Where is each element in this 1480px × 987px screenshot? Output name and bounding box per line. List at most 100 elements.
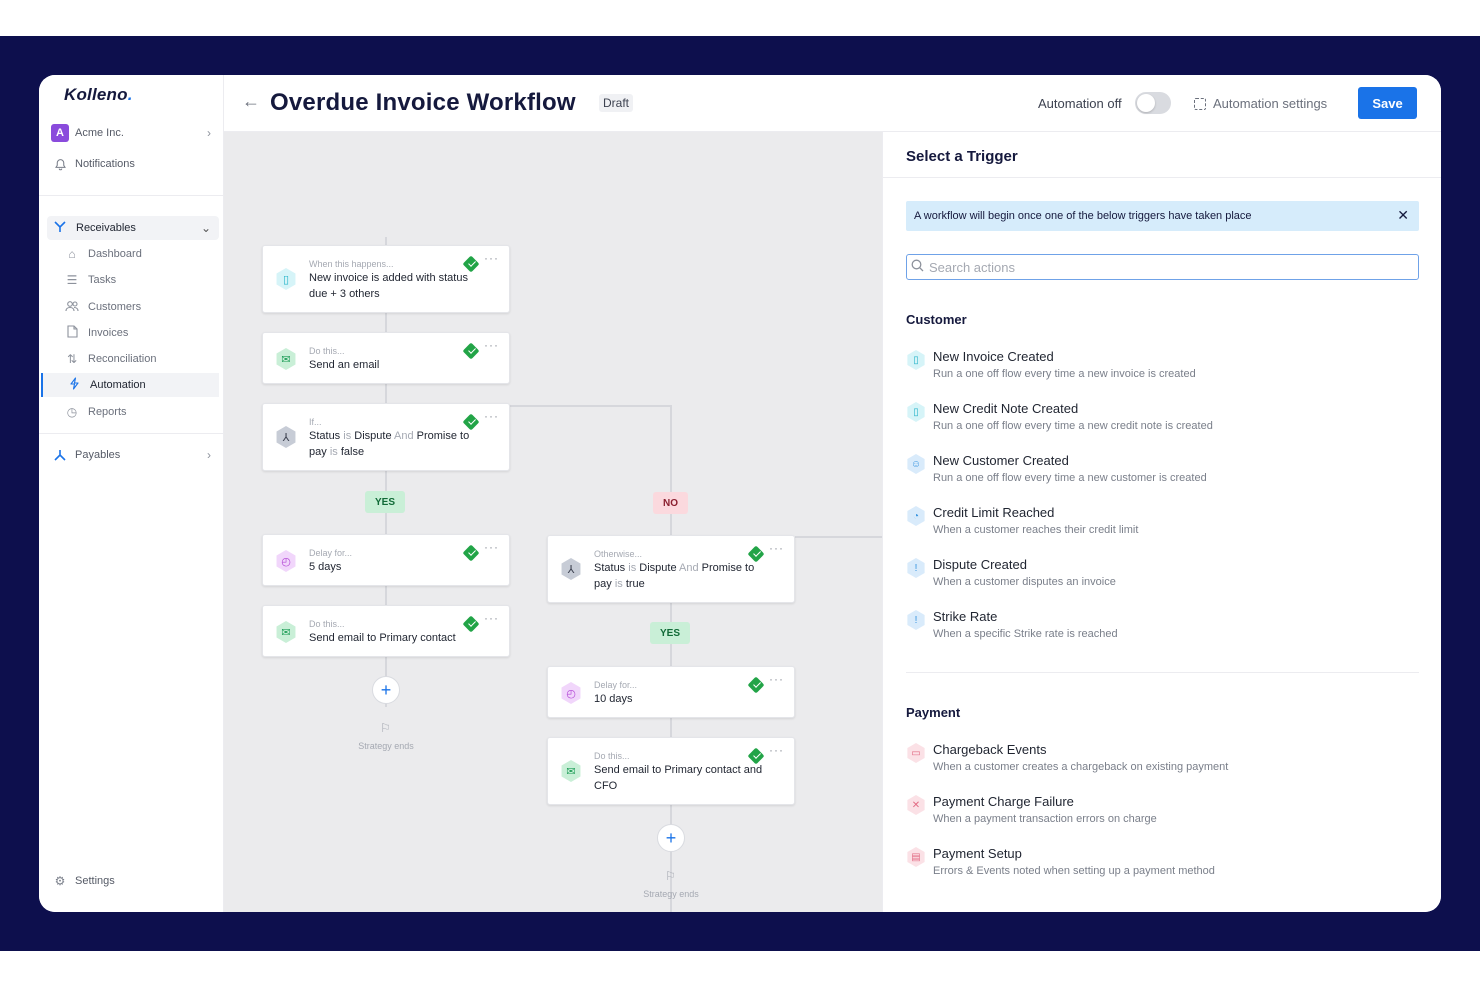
card-caption: Do this... bbox=[309, 619, 345, 629]
chevron-right-icon: › bbox=[207, 126, 211, 140]
trigger-new-credit-note-created[interactable]: ▯ New Credit Note Created Run a one off … bbox=[906, 399, 1419, 439]
workflow-delay-card[interactable]: ◴ Delay for... 5 days ··· bbox=[262, 534, 510, 586]
save-button[interactable]: Save bbox=[1358, 87, 1417, 119]
branch-yes-label: YES bbox=[365, 491, 406, 513]
automation-settings-button[interactable]: Automation settings bbox=[1194, 96, 1327, 111]
add-step-button[interactable]: + bbox=[372, 676, 400, 704]
sidebar-item-settings[interactable]: ⚙ Settings bbox=[51, 869, 219, 893]
document-icon: ▯ bbox=[276, 268, 296, 290]
card-caption: Otherwise... bbox=[594, 549, 643, 559]
workflow-trigger-card[interactable]: ▯ When this happens... New invoice is ad… bbox=[262, 245, 510, 313]
trigger-payment-charge-failure[interactable]: ✕ Payment Charge Failure When a payment … bbox=[906, 792, 1419, 832]
trigger-description: Run a one off flow every time a new cust… bbox=[933, 472, 1207, 484]
strategy-ends-label: Strategy ends bbox=[643, 889, 699, 899]
trigger-description: Run a one off flow every time a new invo… bbox=[933, 368, 1196, 380]
sidebar-item-dashboard[interactable]: ⌂ Dashboard bbox=[63, 242, 219, 266]
trigger-name: Chargeback Events bbox=[933, 742, 1047, 757]
trigger-payment-setup[interactable]: ▤ Payment Setup Errors & Events noted wh… bbox=[906, 844, 1419, 884]
trigger-new-invoice-created[interactable]: ▯ New Invoice Created Run a one off flow… bbox=[906, 347, 1419, 387]
branch-yes-label: YES bbox=[650, 622, 691, 644]
trigger-description: When a payment transaction errors on cha… bbox=[933, 813, 1157, 825]
trigger-description: When a customer reaches their credit lim… bbox=[933, 524, 1139, 536]
card-caption: When this happens... bbox=[309, 259, 394, 269]
card-text: Send email to Primary contact bbox=[309, 632, 456, 644]
document-icon: ▯ bbox=[907, 350, 925, 370]
page-title: Overdue Invoice Workflow bbox=[270, 89, 576, 116]
more-icon[interactable]: ··· bbox=[484, 251, 499, 265]
workflow-canvas[interactable]: ▯ When this happens... New invoice is ad… bbox=[224, 132, 882, 912]
alert-icon: ! bbox=[907, 558, 925, 578]
trigger-credit-limit-reached[interactable]: ◔ Credit Limit Reached When a customer r… bbox=[906, 503, 1419, 543]
more-icon[interactable]: ··· bbox=[769, 743, 784, 757]
alert-icon: ! bbox=[907, 610, 925, 630]
automation-toggle[interactable] bbox=[1135, 92, 1171, 114]
chevron-down-icon: ⌄ bbox=[200, 221, 211, 235]
workflow-action-card[interactable]: ✉ Do this... Send an email ··· bbox=[262, 332, 510, 384]
trigger-description: When a customer disputes an invoice bbox=[933, 576, 1116, 588]
more-icon[interactable]: ··· bbox=[769, 672, 784, 686]
sidebar-item-notifications[interactable]: Notifications bbox=[51, 152, 219, 176]
sidebar-group-payables[interactable]: Payables › bbox=[51, 443, 219, 467]
workflow-condition-card[interactable]: ⅄ Otherwise... Status is Dispute And Pro… bbox=[547, 535, 795, 603]
trigger-description: When a specific Strike rate is reached bbox=[933, 628, 1118, 640]
sidebar-item-label: Tasks bbox=[88, 274, 117, 286]
trigger-name: Payment Charge Failure bbox=[933, 794, 1074, 809]
trigger-strike-rate[interactable]: ! Strike Rate When a specific Strike rat… bbox=[906, 607, 1419, 647]
chevron-right-icon: › bbox=[207, 448, 211, 462]
card-text: Send an email bbox=[309, 359, 380, 371]
trigger-description: Errors & Events noted when setting up a … bbox=[933, 865, 1215, 877]
back-arrow-icon[interactable]: ← bbox=[242, 91, 260, 112]
divider bbox=[906, 672, 1419, 673]
bell-icon bbox=[51, 155, 69, 173]
swap-icon: ⇅ bbox=[66, 352, 78, 366]
sidebar-item-invoices[interactable]: Invoices bbox=[63, 321, 219, 345]
trigger-name: Credit Limit Reached bbox=[933, 505, 1055, 520]
panel-title: Select a Trigger bbox=[906, 148, 1018, 165]
automation-settings-label: Automation settings bbox=[1213, 96, 1328, 111]
sidebar-item-reconciliation[interactable]: ⇅ Reconciliation bbox=[63, 347, 219, 371]
more-icon[interactable]: ··· bbox=[769, 541, 784, 555]
org-avatar: A bbox=[51, 124, 69, 142]
add-step-button[interactable]: + bbox=[657, 824, 685, 852]
document-icon bbox=[63, 325, 81, 341]
divider bbox=[39, 195, 224, 196]
card-caption: If... bbox=[309, 417, 322, 427]
section-heading-customer: Customer bbox=[906, 312, 967, 327]
sidebar-item-label: Automation bbox=[90, 379, 146, 391]
sidebar-item-reports[interactable]: ◷ Reports bbox=[63, 400, 219, 424]
payables-icon bbox=[51, 446, 69, 464]
branch-icon: ⅄ bbox=[276, 426, 296, 448]
sidebar-item-automation[interactable]: Automation bbox=[41, 373, 219, 397]
search-input[interactable] bbox=[906, 254, 1419, 280]
logo[interactable]: Kolleno. bbox=[64, 85, 133, 105]
org-name: Acme Inc. bbox=[75, 127, 124, 139]
more-icon[interactable]: ··· bbox=[484, 611, 499, 625]
org-switcher[interactable]: A Acme Inc. › bbox=[51, 121, 219, 145]
status-badge: Draft bbox=[599, 94, 634, 112]
workflow-action-card[interactable]: ✉ Do this... Send email to Primary conta… bbox=[547, 737, 795, 805]
sidebar-item-tasks[interactable]: ☰ Tasks bbox=[63, 268, 219, 292]
workflow-action-card[interactable]: ✉ Do this... Send email to Primary conta… bbox=[262, 605, 510, 657]
timer-icon: ◴ bbox=[561, 682, 581, 704]
card-caption: Delay for... bbox=[309, 548, 353, 558]
trigger-new-customer-created[interactable]: ☺ New Customer Created Run a one off flo… bbox=[906, 451, 1419, 491]
workflow-condition-card[interactable]: ⅄ If... Status is Dispute And Promise to… bbox=[262, 403, 510, 471]
timer-icon: ◴ bbox=[276, 550, 296, 572]
sidebar-item-label: Customers bbox=[88, 301, 142, 313]
card-caption: Do this... bbox=[594, 751, 630, 761]
trigger-dispute-created[interactable]: ! Dispute Created When a customer disput… bbox=[906, 555, 1419, 595]
sidebar-item-customers[interactable]: Customers bbox=[63, 295, 219, 319]
sidebar-group-receivables[interactable]: Receivables ⌄ bbox=[47, 216, 219, 240]
more-icon[interactable]: ··· bbox=[484, 540, 499, 554]
flag-icon: ⚐ bbox=[665, 869, 676, 883]
close-icon[interactable]: ✕ bbox=[1397, 207, 1409, 224]
trigger-name: Dispute Created bbox=[933, 557, 1027, 572]
workflow-delay-card[interactable]: ◴ Delay for... 10 days ··· bbox=[547, 666, 795, 718]
cart-icon: ✕ bbox=[907, 795, 925, 815]
card-text: 5 days bbox=[309, 561, 342, 573]
automation-toggle-label: Automation off bbox=[1038, 96, 1122, 111]
gear-icon: ⚙ bbox=[54, 874, 66, 888]
more-icon[interactable]: ··· bbox=[484, 338, 499, 352]
more-icon[interactable]: ··· bbox=[484, 409, 499, 423]
trigger-chargeback-events[interactable]: ▭ Chargeback Events When a customer crea… bbox=[906, 740, 1419, 780]
